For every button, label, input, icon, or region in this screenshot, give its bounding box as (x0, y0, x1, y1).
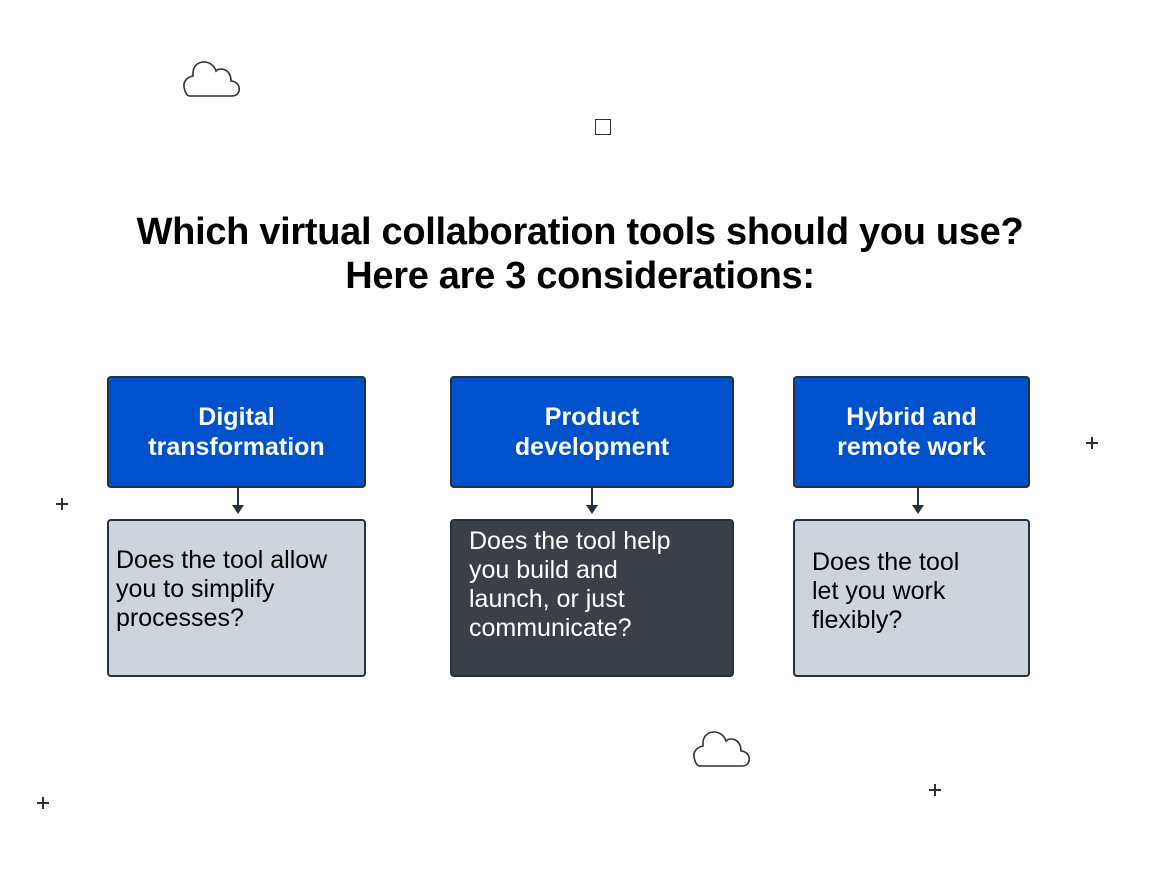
plus-icon (37, 797, 49, 809)
heading-line: remote work (837, 433, 986, 461)
square-icon (595, 119, 611, 135)
question-box: Does the tool help you build and launch,… (450, 519, 734, 677)
plus-icon (56, 498, 68, 510)
heading-box: Digital transformation (107, 376, 366, 488)
page-title: Which virtual collaboration tools should… (0, 210, 1160, 298)
question-line: launch, or just (469, 585, 625, 613)
arrow-down-icon (912, 488, 924, 514)
question-line: Does the tool allow (116, 545, 328, 574)
cloud-icon (183, 61, 241, 97)
heading-box: Product development (450, 376, 734, 488)
question-box: Does the tool allow you to simplify proc… (107, 519, 366, 677)
arrow-down-icon (586, 488, 598, 514)
question-box: Does the tool let you work flexibly? (793, 519, 1030, 677)
plus-icon (1086, 437, 1098, 449)
title-line-2: Here are 3 considerations: (345, 255, 815, 297)
question-line: let you work (812, 576, 946, 605)
plus-icon (929, 784, 941, 796)
heading-line: Hybrid and (846, 403, 977, 431)
cloud-icon (693, 731, 751, 767)
question-line: you to simplify (116, 574, 275, 603)
question-line: communicate? (469, 614, 632, 642)
heading-line: transformation (148, 433, 325, 461)
heading-line: Product (544, 403, 640, 431)
title-line-1: Which virtual collaboration tools should… (136, 211, 1024, 253)
question-line: processes? (116, 603, 244, 632)
question-line: Does the tool help (469, 527, 671, 555)
question-line: flexibly? (812, 605, 903, 634)
heading-line: Digital (198, 403, 275, 431)
question-line: Does the tool (812, 547, 960, 576)
arrow-down-icon (232, 488, 244, 514)
heading-box: Hybrid and remote work (793, 376, 1030, 488)
question-line: you build and (469, 556, 618, 584)
heading-line: development (514, 433, 670, 461)
